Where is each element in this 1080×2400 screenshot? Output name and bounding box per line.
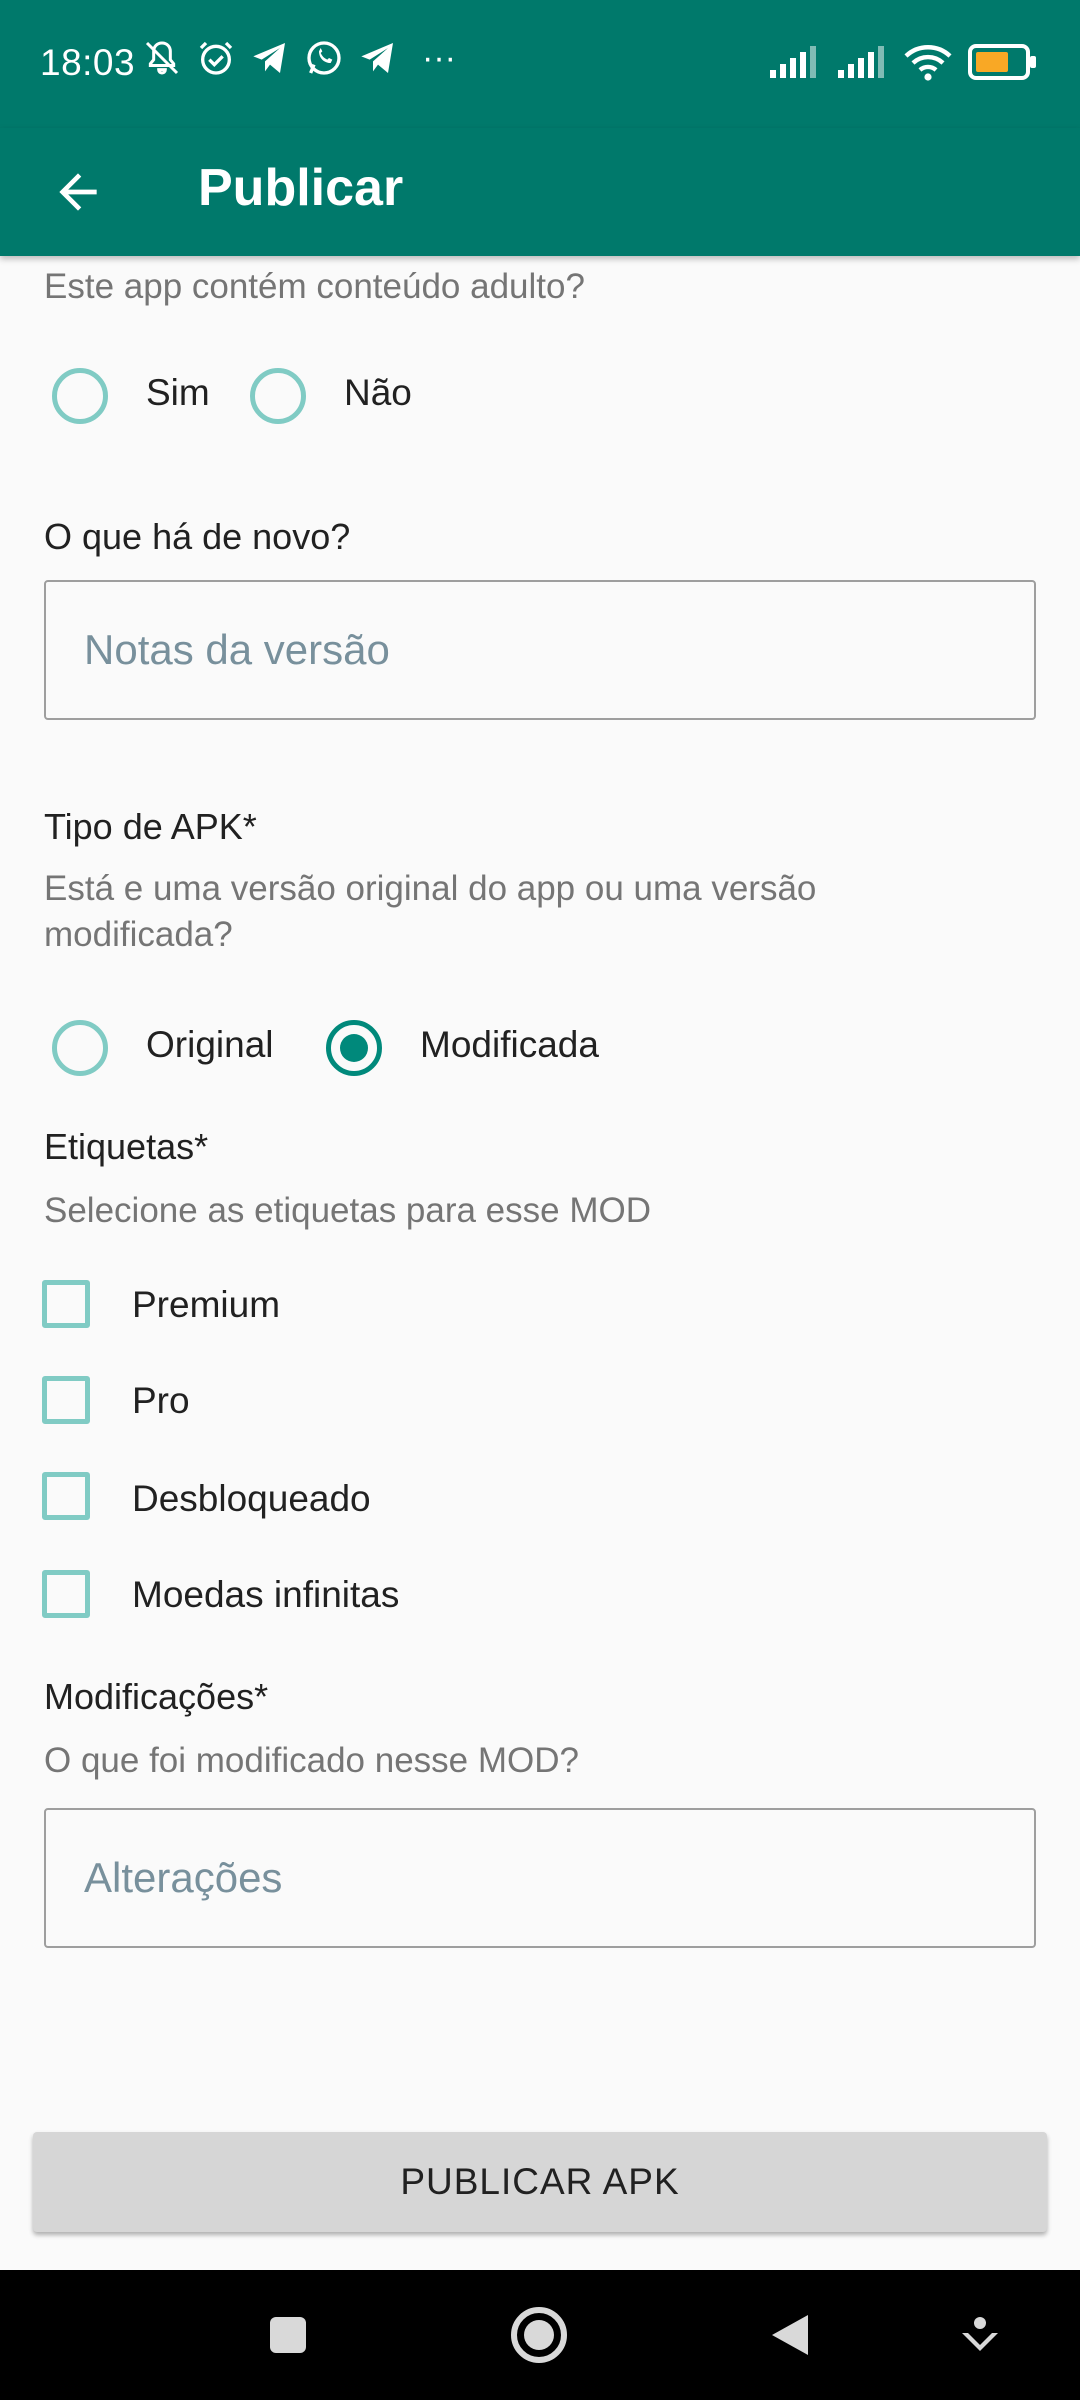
battery-icon <box>968 44 1036 80</box>
modifications-description: O que foi modificado nesse MOD? <box>44 1741 579 1780</box>
radio-apk-original[interactable] <box>52 1020 108 1076</box>
radio-label-original: Original <box>146 1024 274 1065</box>
checkbox-moedas-infinitas[interactable] <box>42 1570 90 1618</box>
radio-adult-nao[interactable] <box>250 368 306 424</box>
release-notes-input[interactable] <box>84 622 984 678</box>
whats-new-label: O que há de novo? <box>44 516 351 557</box>
radio-label-sim: Sim <box>146 372 210 413</box>
arrow-left-icon <box>59 173 97 211</box>
radio-adult-sim[interactable] <box>52 368 108 424</box>
changes-input[interactable] <box>84 1850 984 1906</box>
home-button[interactable] <box>509 2305 569 2365</box>
muted-bell-icon <box>145 41 179 75</box>
checkbox-label-moedas-infinitas: Moedas infinitas <box>132 1574 400 1615</box>
status-bar: 18:03 ··· <box>0 0 1080 128</box>
changes-field[interactable] <box>44 1808 1036 1948</box>
more-dots-icon: ··· <box>422 38 456 77</box>
app-bar: Publicar <box>0 128 1080 256</box>
checkbox-desbloqueado[interactable] <box>42 1472 90 1520</box>
home-circle-icon <box>511 2307 567 2363</box>
apk-type-label: Tipo de APK* <box>44 806 257 847</box>
tags-description: Selecione as etiquetas para esse MOD <box>44 1191 651 1230</box>
apk-type-description: Está e uma versão original do app ou uma… <box>44 869 817 954</box>
status-time: 18:03 <box>40 42 136 83</box>
modifications-label: Modificações* <box>44 1676 269 1717</box>
checkbox-premium[interactable] <box>42 1280 90 1328</box>
radio-label-nao: Não <box>344 372 412 413</box>
signal-icon <box>770 46 816 78</box>
recents-button[interactable] <box>258 2305 318 2365</box>
checkbox-pro[interactable] <box>42 1376 90 1424</box>
radio-apk-modificada[interactable] <box>326 1020 382 1076</box>
telegram-icon <box>361 43 393 73</box>
tags-label: Etiquetas* <box>44 1126 209 1167</box>
checkbox-label-desbloqueado: Desbloqueado <box>132 1478 371 1519</box>
telegram-icon <box>253 43 285 73</box>
assistant-down-icon <box>962 2317 998 2351</box>
system-nav-bar <box>0 2270 1080 2400</box>
assistant-button[interactable] <box>950 2305 1010 2365</box>
recents-square-icon <box>270 2317 306 2353</box>
wifi-icon <box>904 45 952 81</box>
checkbox-label-pro: Pro <box>132 1380 190 1421</box>
release-notes-field[interactable] <box>44 580 1036 720</box>
page-title: Publicar <box>198 159 404 217</box>
alarm-icon <box>199 41 233 75</box>
checkbox-label-premium: Premium <box>132 1284 281 1325</box>
signal-icon <box>838 46 884 78</box>
adult-content-question: Este app contém conteúdo adulto? <box>44 267 585 306</box>
whatsapp-icon <box>307 41 341 75</box>
publish-apk-button[interactable]: PUBLICAR APK <box>33 2132 1047 2232</box>
back-button[interactable] <box>36 150 120 234</box>
radio-label-modificada: Modificada <box>420 1024 599 1065</box>
back-triangle-icon <box>772 2315 808 2355</box>
back-nav-button[interactable] <box>760 2305 820 2365</box>
